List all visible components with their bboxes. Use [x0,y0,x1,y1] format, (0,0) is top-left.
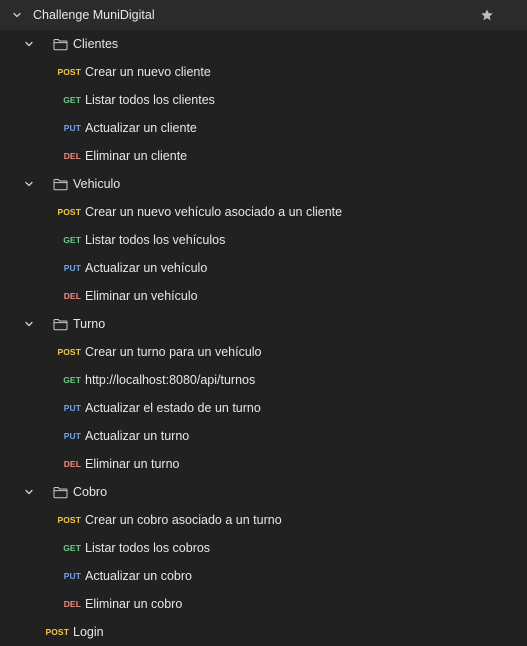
method-badge-post: POST [57,347,81,357]
method-badge-put: PUT [63,263,81,273]
request-row[interactable]: DEL Eliminar un cobro [0,590,527,618]
method-badge-get: GET [63,375,81,385]
folder-row-clientes[interactable]: Clientes [0,30,527,58]
request-name: Crear un turno para un vehículo [85,345,262,359]
folder-row-cobro[interactable]: Cobro [0,478,527,506]
request-row[interactable]: DEL Eliminar un cliente [0,142,527,170]
request-name: Actualizar un vehículo [85,261,208,275]
folder-row-turno[interactable]: Turno [0,310,527,338]
chevron-down-icon[interactable] [23,478,35,506]
folder-name: Cobro [73,485,108,499]
request-name: Eliminar un cliente [85,149,188,163]
folder-icon [53,170,68,198]
request-name: Eliminar un vehículo [85,289,198,303]
folder-icon [53,310,68,338]
request-row[interactable]: DEL Eliminar un turno [0,450,527,478]
request-row[interactable]: PUT Actualizar el estado de un turno [0,394,527,422]
request-row[interactable]: POST Crear un turno para un vehículo [0,338,527,366]
request-name: Crear un nuevo vehículo asociado a un cl… [85,205,343,219]
request-row[interactable]: GET Listar todos los vehículos [0,226,527,254]
request-name: Listar todos los vehículos [85,233,226,247]
folder-row-vehiculo[interactable]: Vehiculo [0,170,527,198]
chevron-down-icon[interactable] [23,30,35,58]
request-name: Actualizar un cobro [85,569,193,583]
method-badge-del: DEL [63,459,81,469]
folder-name: Clientes [73,37,119,51]
request-row[interactable]: POST Crear un cobro asociado a un turno [0,506,527,534]
collection-name: Challenge MuniDigital [33,8,155,22]
request-name: Actualizar un cliente [85,121,197,135]
request-row[interactable]: PUT Actualizar un vehículo [0,254,527,282]
request-row[interactable]: PUT Actualizar un cobro [0,562,527,590]
request-row[interactable]: GET Listar todos los clientes [0,86,527,114]
request-name: Actualizar el estado de un turno [85,401,261,415]
request-name: Listar todos los clientes [85,93,215,107]
chevron-down-icon[interactable] [23,170,35,198]
chevron-down-icon[interactable] [11,0,23,30]
request-row[interactable]: DEL Eliminar un vehículo [0,282,527,310]
request-name: Login [73,625,104,639]
folder-icon [53,30,68,58]
method-badge-post: POST [57,207,81,217]
request-row[interactable]: GET http://localhost:8080/api/turnos [0,366,527,394]
folder-name: Vehiculo [73,177,121,191]
method-badge-del: DEL [63,151,81,161]
star-icon[interactable] [480,0,494,30]
method-badge-get: GET [63,235,81,245]
request-name: Actualizar un turno [85,429,190,443]
request-name: Eliminar un turno [85,457,180,471]
method-badge-get: GET [63,95,81,105]
folder-name: Turno [73,317,106,331]
request-name: Crear un nuevo cliente [85,65,211,79]
method-badge-del: DEL [63,291,81,301]
request-row[interactable]: POST Crear un nuevo vehículo asociado a … [0,198,527,226]
method-badge-put: PUT [63,403,81,413]
request-row[interactable]: PUT Actualizar un turno [0,422,527,450]
method-badge-get: GET [63,543,81,553]
collection-tree: Challenge MuniDigital Clientes POST Crea… [0,0,527,646]
folder-icon [53,478,68,506]
request-row[interactable]: PUT Actualizar un cliente [0,114,527,142]
method-badge-post: POST [45,627,69,637]
method-badge-put: PUT [63,431,81,441]
chevron-down-icon[interactable] [23,310,35,338]
method-badge-post: POST [57,67,81,77]
request-row[interactable]: GET Listar todos los cobros [0,534,527,562]
request-name: http://localhost:8080/api/turnos [85,373,256,387]
request-name: Eliminar un cobro [85,597,183,611]
method-badge-put: PUT [63,123,81,133]
collection-row[interactable]: Challenge MuniDigital [0,0,527,30]
request-name: Crear un cobro asociado a un turno [85,513,282,527]
request-row[interactable]: POST Crear un nuevo cliente [0,58,527,86]
method-badge-post: POST [57,515,81,525]
request-row-login[interactable]: POST Login [0,618,527,646]
request-name: Listar todos los cobros [85,541,211,555]
method-badge-put: PUT [63,571,81,581]
method-badge-del: DEL [63,599,81,609]
